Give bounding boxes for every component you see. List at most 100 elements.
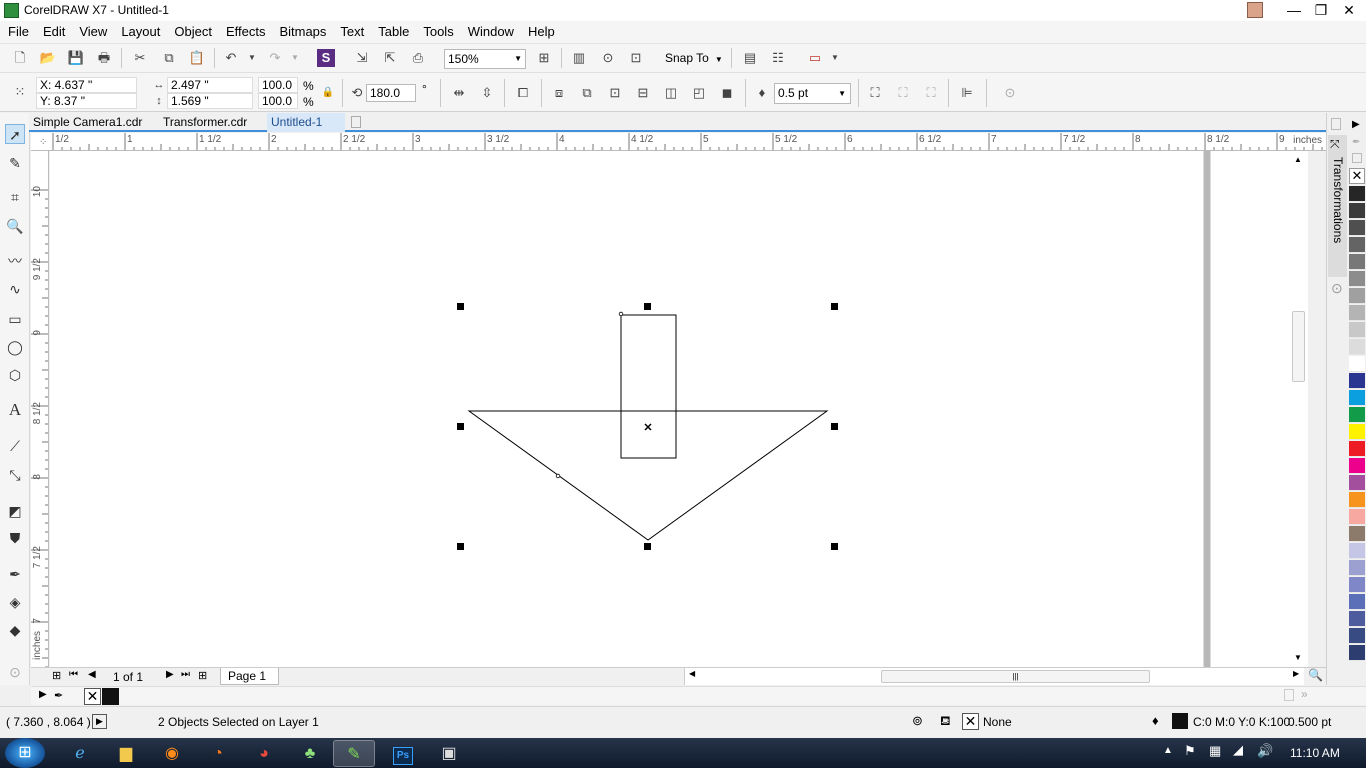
last-page-icon[interactable]: ⏭ <box>181 669 190 680</box>
scroll-up-icon[interactable]: ▲ <box>1294 155 1302 164</box>
fill-bucket-icon[interactable]: ⛾ <box>940 713 951 731</box>
selection-handle-right[interactable] <box>831 423 838 430</box>
file-explorer-icon[interactable]: ▆ <box>105 740 147 767</box>
show-grid-icon[interactable]: ⊙ <box>599 50 617 66</box>
palette-swatch[interactable] <box>1349 526 1365 542</box>
outline-pen-status-icon[interactable]: ♦ <box>1152 713 1159 728</box>
document-black-swatch[interactable] <box>102 688 119 705</box>
scale-y-field[interactable]: 100.0 <box>258 93 298 109</box>
simplify-icon[interactable]: ⊟ <box>634 85 652 101</box>
menu-object[interactable]: Object <box>166 21 218 39</box>
photoshop-taskbar-icon[interactable]: Ps <box>382 740 424 767</box>
menu-bitmaps[interactable]: Bitmaps <box>271 21 332 39</box>
quick-customize-icon[interactable]: ⊙ <box>1001 85 1019 101</box>
blender-icon[interactable]: ◔ <box>197 740 239 767</box>
import-icon[interactable]: ⇲ <box>353 50 371 66</box>
transformations-docker-tab[interactable]: ⤧ Transformations <box>1328 135 1347 277</box>
palette-swatch[interactable] <box>1349 577 1365 593</box>
menu-edit[interactable]: Edit <box>35 21 71 39</box>
insert-page-before-icon[interactable]: ⊞ <box>52 669 61 682</box>
zoom-tool-icon[interactable]: 🔍 <box>5 216 25 236</box>
show-guidelines-icon[interactable]: ⊡ <box>627 50 645 66</box>
break-apart-icon[interactable]: ⛶ <box>894 85 912 101</box>
cut-icon[interactable]: ✂ <box>131 50 149 66</box>
first-page-icon[interactable]: ⏮ <box>69 669 78 680</box>
selection-handle-top-right[interactable] <box>831 303 838 310</box>
align-distribute-icon[interactable]: ⊫ <box>958 85 976 101</box>
trim-icon[interactable]: ⧉ <box>578 85 596 101</box>
horizontal-scroll-thumb[interactable]: ||| <box>881 670 1150 683</box>
palette-eyedropper-icon[interactable]: ✒ <box>1352 137 1360 148</box>
height-field[interactable]: 1.569 " <box>167 93 253 109</box>
palette-swatch[interactable] <box>1349 492 1365 508</box>
show-hidden-icons-icon[interactable]: ▲ <box>1163 745 1173 756</box>
tab-simple-camera[interactable]: Simple Camera1.cdr <box>29 113 157 132</box>
palette-swatch[interactable] <box>1349 237 1365 253</box>
palette-scroll-up-icon[interactable]: ▶ <box>1352 119 1360 130</box>
undo-icon[interactable]: ↶ <box>222 50 240 66</box>
snap-to-dropdown[interactable]: Snap To ▼ <box>665 51 723 65</box>
firefox-icon[interactable]: ◉ <box>151 740 193 767</box>
fill-none-swatch[interactable]: ✕ <box>962 713 979 730</box>
menu-effects[interactable]: Effects <box>218 21 272 39</box>
paste-icon[interactable]: 📋 <box>188 50 206 66</box>
internet-explorer-icon[interactable]: ℯ <box>59 740 101 767</box>
redo-icon[interactable]: ↷ <box>266 50 284 66</box>
menu-file[interactable]: File <box>0 21 35 39</box>
palette-swatch[interactable] <box>1349 645 1365 661</box>
x-position-field[interactable]: X: 4.637 " <box>36 77 137 93</box>
new-tab-icon[interactable] <box>351 116 361 128</box>
application-launcher-icon[interactable]: ▭ <box>806 50 824 66</box>
palette-swatch[interactable] <box>1349 458 1365 474</box>
palette-swatch[interactable] <box>1349 271 1365 287</box>
mirror-vertical-icon[interactable]: ⇳ <box>478 85 496 101</box>
ruler-origin-icon[interactable]: ⁘ <box>39 137 47 148</box>
freehand-tool-icon[interactable]: 〰 <box>5 251 25 271</box>
color-proof-icon[interactable]: ⊚ <box>912 713 923 729</box>
save-icon[interactable]: 💾 <box>67 50 85 66</box>
publish-pdf-icon[interactable]: ⎙ <box>409 50 427 66</box>
width-field[interactable]: 2.497 " <box>167 77 253 93</box>
ungroup-icon[interactable]: ⛶ <box>922 85 940 101</box>
coreldraw-taskbar-icon[interactable]: ✎ <box>333 740 375 767</box>
open-icon[interactable]: 📂 <box>39 50 57 66</box>
print-icon[interactable]: 🖶 <box>95 50 113 66</box>
object-origin-icon[interactable]: ⁙ <box>11 84 29 100</box>
insert-page-after-icon[interactable]: ⊞ <box>198 669 207 682</box>
transparency-tool-icon[interactable]: ⛊ <box>5 528 25 548</box>
rectangle-shape[interactable] <box>620 314 677 459</box>
window-app-icon[interactable]: ▣ <box>428 740 470 767</box>
front-minus-back-icon[interactable]: ◫ <box>662 85 680 101</box>
document-palette-expand-icon[interactable]: » <box>1301 687 1308 701</box>
palette-swatch[interactable] <box>1349 611 1365 627</box>
next-page-icon[interactable]: ▶ <box>166 669 174 680</box>
scroll-down-icon[interactable]: ▼ <box>1294 653 1302 662</box>
menu-tools[interactable]: Tools <box>415 21 459 39</box>
options-icon[interactable]: ☷ <box>769 50 787 66</box>
triangle-node[interactable] <box>555 473 561 479</box>
weld-icon[interactable]: ⧈ <box>550 85 568 101</box>
artistic-media-tool-icon[interactable]: ∿ <box>5 279 25 299</box>
welcome-screen-icon[interactable]: ▤ <box>741 50 759 66</box>
minimize-button[interactable]: — <box>1280 0 1308 21</box>
previous-page-icon[interactable]: ◀ <box>88 669 96 680</box>
redo-dropdown-icon[interactable]: ▼ <box>286 50 304 66</box>
tab-untitled-1[interactable]: Untitled-1 <box>267 113 345 132</box>
scroll-right-icon[interactable]: ▶ <box>1293 669 1299 678</box>
rectangle-tool-icon[interactable]: ▭ <box>5 309 25 329</box>
rotation-angle-field[interactable]: 180.0 <box>366 84 416 102</box>
copy-icon[interactable]: ⧉ <box>160 50 178 66</box>
menu-table[interactable]: Table <box>370 21 415 39</box>
maximize-button[interactable]: ❐ <box>1307 0 1335 21</box>
scale-x-field[interactable]: 100.0 <box>258 77 298 93</box>
palette-swatch[interactable] <box>1349 628 1365 644</box>
crop-tool-icon[interactable]: ⌗ <box>5 187 25 207</box>
outline-color-swatch[interactable] <box>1172 713 1188 729</box>
palette-swatch[interactable] <box>1349 594 1365 610</box>
new-document-icon[interactable]: 🗋 <box>11 50 29 66</box>
chrome-icon[interactable]: ◕ <box>243 740 285 767</box>
palette-menu-icon[interactable] <box>1352 153 1362 163</box>
zoom-level-select[interactable]: 150% ▼ <box>444 49 526 69</box>
palette-swatch[interactable] <box>1349 220 1365 236</box>
create-container-icon[interactable]: ⛶ <box>866 85 884 101</box>
